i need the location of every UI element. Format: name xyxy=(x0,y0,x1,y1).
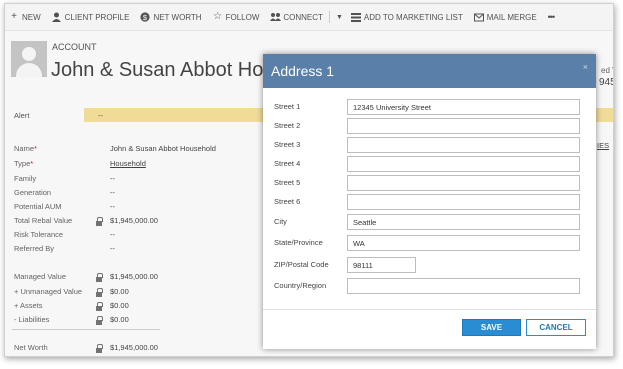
address-field-input[interactable] xyxy=(347,278,580,294)
address-row: ZIP/Postal Code xyxy=(271,257,589,274)
address-field-input[interactable] xyxy=(347,214,580,230)
address-row: Country/Region xyxy=(271,278,589,295)
address-field-label: Street 6 xyxy=(274,197,301,206)
dialog-title: Address 1 xyxy=(271,63,335,79)
address-field-input[interactable] xyxy=(347,137,580,153)
address-row: City xyxy=(271,214,589,231)
dialog-footer-divider xyxy=(263,309,596,310)
address-dialog: Address 1 × Street 1 Street 2 Street 3 Stre… xyxy=(263,54,596,349)
address-field-label: State/Province xyxy=(274,238,323,247)
close-icon[interactable]: × xyxy=(583,62,588,72)
address-row: Street 2 xyxy=(271,118,589,135)
address-row: Street 5 xyxy=(271,175,589,192)
address-field-label: Street 1 xyxy=(274,102,301,111)
address-field-input[interactable] xyxy=(347,156,580,172)
address-field-label: ZIP/Postal Code xyxy=(274,260,329,269)
address-field-label: Street 3 xyxy=(274,140,301,149)
address-row: Street 6 xyxy=(271,194,589,211)
address-field-input[interactable] xyxy=(347,257,416,273)
address-row: State/Province xyxy=(271,235,589,252)
address-field-input[interactable] xyxy=(347,99,580,115)
cancel-button[interactable]: CANCEL xyxy=(526,319,586,336)
address-field-input[interactable] xyxy=(347,118,580,134)
dialog-header: Address 1 × xyxy=(263,54,596,88)
save-button[interactable]: SAVE xyxy=(462,319,521,336)
address-field-input[interactable] xyxy=(347,194,580,210)
address-row: Street 1 xyxy=(271,99,589,116)
address-field-label: City xyxy=(274,217,287,226)
address-field-label: Country/Region xyxy=(274,281,327,290)
address-field-label: Street 5 xyxy=(274,178,301,187)
address-row: Street 4 xyxy=(271,156,589,173)
address-field-input[interactable] xyxy=(347,175,580,191)
address-field-label: Street 4 xyxy=(274,159,301,168)
address-field-input[interactable] xyxy=(347,235,580,251)
address-field-label: Street 2 xyxy=(274,121,301,130)
address-row: Street 3 xyxy=(271,137,589,154)
